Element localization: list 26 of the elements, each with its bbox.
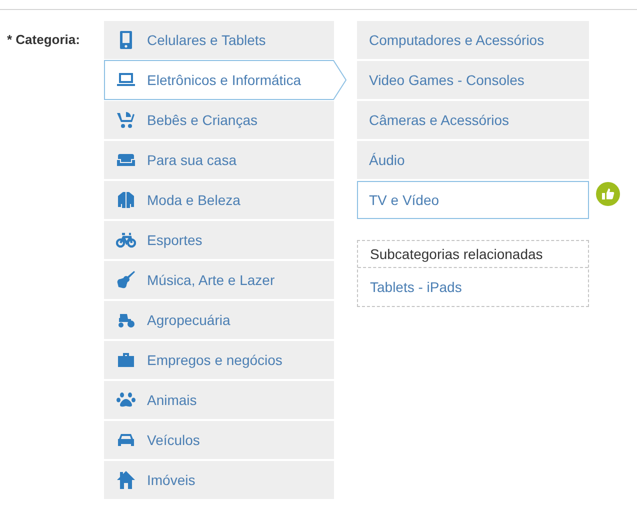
category-item[interactable]: Celulares e Tablets [104, 21, 334, 59]
related-subcategory-link[interactable]: Tablets - iPads [358, 268, 588, 306]
stroller-icon [116, 110, 136, 130]
subcategory-item[interactable]: Video Games - Consoles [357, 61, 589, 99]
category-item[interactable]: Imóveis [104, 461, 334, 499]
category-item[interactable]: Agropecuária [104, 301, 334, 339]
briefcase-icon [116, 350, 136, 370]
field-label: * Categoria: [7, 32, 80, 47]
category-item[interactable]: Empregos e negócios [104, 341, 334, 379]
thumbs-up-icon [596, 182, 620, 206]
category-item[interactable]: Animais [104, 381, 334, 419]
category-item[interactable]: Veículos [104, 421, 334, 459]
subcategory-item[interactable]: Computadores e Acessórios [357, 21, 589, 59]
category-item[interactable]: Bebês e Crianças [104, 101, 334, 139]
subcategory-item[interactable]: Câmeras e Acessórios [357, 101, 589, 139]
subcategory-item[interactable]: TV e Vídeo [357, 181, 589, 219]
guitar-icon [116, 270, 136, 290]
bicycle-icon [116, 230, 136, 250]
category-item[interactable]: Eletrônicos e Informática [104, 60, 347, 100]
house-icon [116, 470, 136, 490]
category-item[interactable]: Moda e Beleza [104, 181, 334, 219]
category-item[interactable]: Música, Arte e Lazer [104, 261, 334, 299]
category-item[interactable]: Esportes [104, 221, 334, 259]
category-item[interactable]: Para sua casa [104, 141, 334, 179]
section-heading: Subcategorias relacionadas [358, 241, 588, 268]
subcategory-item[interactable]: Áudio [357, 141, 589, 179]
